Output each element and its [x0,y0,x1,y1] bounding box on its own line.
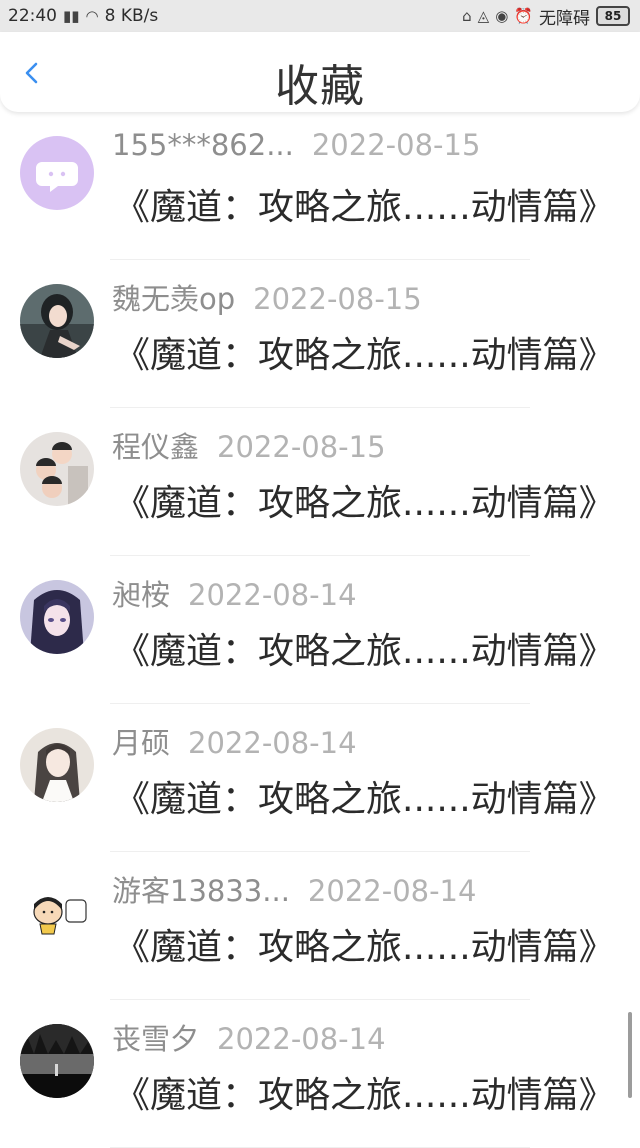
item-title[interactable]: 《魔道：攻略之旅......动情篇》 [114,178,615,230]
network-speed: 8 KB/s [104,6,159,26]
anime-portrait-icon [20,284,94,358]
date: 2022-08-15 [217,430,386,464]
item-meta: 魏无羡op 2022-08-15 [112,276,620,318]
favorites-list: 155***862... 2022-08-15 《魔道：攻略之旅......动情… [0,112,640,1148]
date: 2022-08-14 [307,874,477,908]
alarm-icon: ⏰ [514,7,533,25]
clock: 22:40 [8,6,57,26]
photo-kids-icon [20,432,94,506]
lock-icon: ◉ [495,7,509,25]
anime-portrait-icon [20,728,94,802]
avatar[interactable] [20,136,94,210]
link-icon: ⌂ [462,7,472,25]
username: 游客13833... [112,874,290,908]
item-meta: 昶桉 2022-08-14 [112,572,620,614]
list-item[interactable]: 游客13833... 2022-08-14 《魔道：攻略之旅......动情篇》 [0,852,640,1000]
cartoon-character-icon [20,876,94,950]
username: 程仪鑫 [112,430,200,464]
avatar[interactable] [20,876,94,950]
item-title[interactable]: 《魔道：攻略之旅......动情篇》 [114,1066,615,1118]
item-title[interactable]: 《魔道：攻略之旅......动情篇》 [114,326,615,378]
scrollbar[interactable] [628,1012,632,1098]
item-meta: 月硕 2022-08-14 [112,720,620,762]
list-item[interactable]: 月硕 2022-08-14 《魔道：攻略之旅......动情篇》 [0,704,640,852]
dark-forest-icon [20,1024,94,1098]
date: 2022-08-15 [253,282,422,316]
avatar[interactable] [20,284,94,358]
list-item[interactable]: 程仪鑫 2022-08-15 《魔道：攻略之旅......动情篇》 [0,408,640,556]
item-title[interactable]: 《魔道：攻略之旅......动情篇》 [114,474,615,526]
avatar[interactable] [20,580,94,654]
username: 魏无羡op [112,282,236,316]
date: 2022-08-15 [311,128,481,162]
wifi-icon: ◠ [85,7,99,25]
username: 昶桉 [112,578,171,612]
avatar[interactable] [20,728,94,802]
item-title[interactable]: 《魔道：攻略之旅......动情篇》 [114,918,615,970]
status-bar: 22:40 ▮▮ ◠ 8 KB/s ⌂ ◬ ◉ ⏰ 无障碍 85 [0,0,640,32]
date: 2022-08-14 [188,578,357,612]
avatar[interactable] [20,432,94,506]
header: 收藏 [0,32,640,112]
item-meta: 程仪鑫 2022-08-15 [112,424,620,466]
username: 丧雪夕 [112,1022,200,1056]
accessibility-label: 无障碍 [539,8,590,29]
username: 月硕 [112,726,171,760]
date: 2022-08-14 [217,1022,386,1056]
status-right: ⌂ ◬ ◉ ⏰ 无障碍 85 [456,4,640,29]
chat-bubble-icon [20,136,94,210]
item-meta: 丧雪夕 2022-08-14 [112,1016,620,1058]
page-title: 收藏 [275,61,365,112]
list-item[interactable]: 昶桉 2022-08-14 《魔道：攻略之旅......动情篇》 [0,556,640,704]
battery-icon: 85 [596,6,630,26]
username: 155***862... [112,128,294,162]
avatar[interactable] [20,1024,94,1098]
list-item[interactable]: 丧雪夕 2022-08-14 《魔道：攻略之旅......动情篇》 [0,1000,640,1148]
mute-icon: ◬ [477,7,490,25]
item-meta: 游客13833... 2022-08-14 [112,868,620,910]
anime-portrait-icon [20,580,94,654]
signal-icon: ▮▮ [63,7,80,25]
item-title[interactable]: 《魔道：攻略之旅......动情篇》 [114,622,615,674]
date: 2022-08-14 [188,726,357,760]
list-item[interactable]: 魏无羡op 2022-08-15 《魔道：攻略之旅......动情篇》 [0,260,640,408]
item-title[interactable]: 《魔道：攻略之旅......动情篇》 [114,770,615,822]
item-meta: 155***862... 2022-08-15 [112,128,620,162]
status-left: 22:40 ▮▮ ◠ 8 KB/s [0,6,164,26]
list-item[interactable]: 155***862... 2022-08-15 《魔道：攻略之旅......动情… [0,112,640,260]
